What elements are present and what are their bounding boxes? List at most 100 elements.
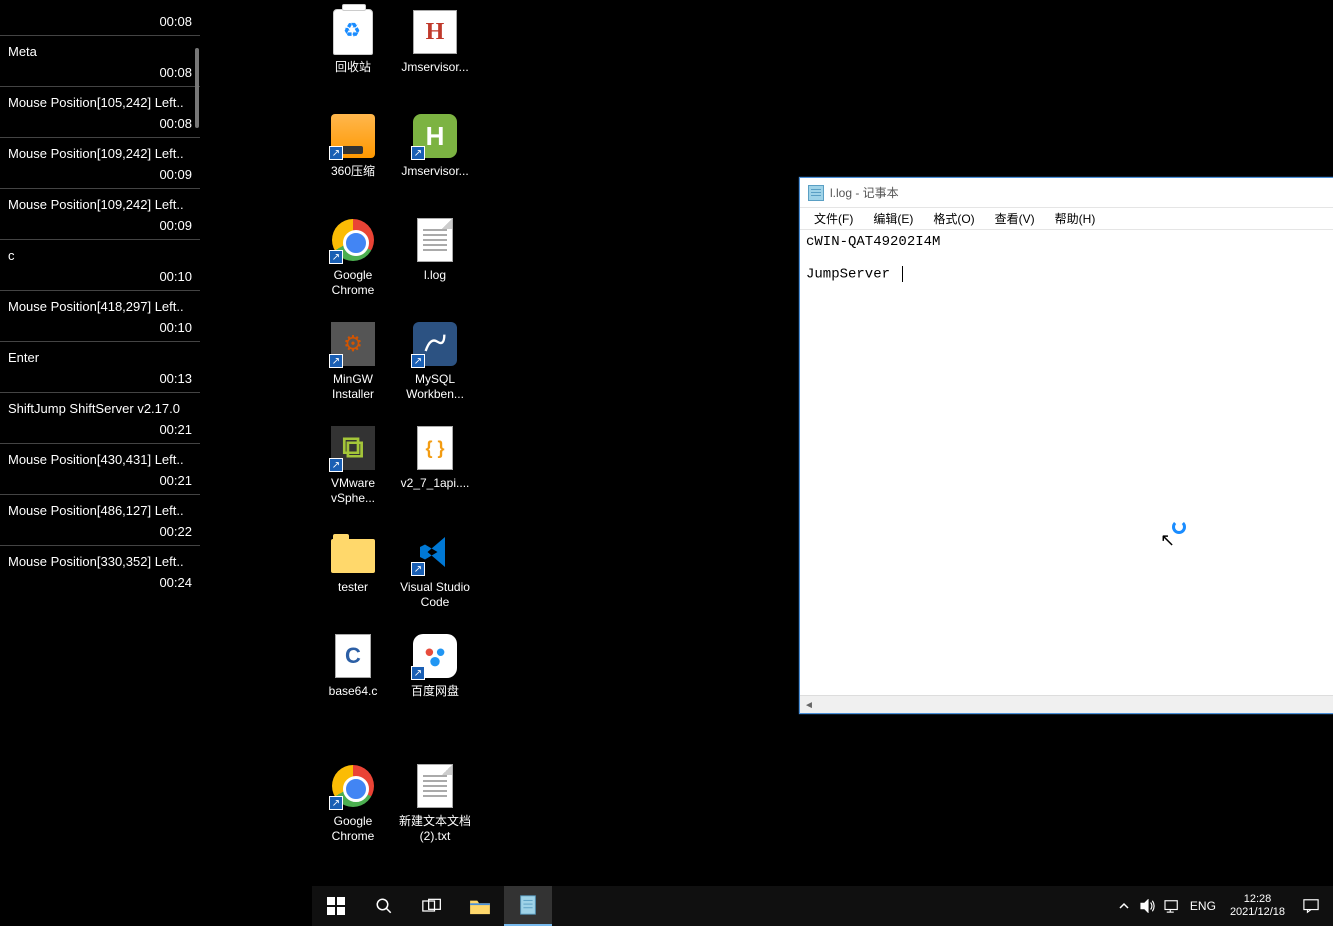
log-label: Mouse Position[430,431] Left.. <box>8 452 192 467</box>
hscroll-left-button[interactable]: ◄ <box>800 696 818 714</box>
desktop-icon-vmware[interactable]: ⧉↗ VMware vSphe... <box>312 420 394 524</box>
desktop-icon-v27api[interactable]: { }v2_7_1api.... <box>394 420 476 524</box>
shortcut-arrow-icon: ↗ <box>329 458 343 472</box>
chrome-icon: ↗ <box>329 762 377 810</box>
desktop-icon-base64c[interactable]: Cbase64.c <box>312 628 394 732</box>
log-entry[interactable]: 00:08 <box>0 0 200 35</box>
log-label: Mouse Position[109,242] Left.. <box>8 197 192 212</box>
file-explorer-taskbar[interactable] <box>456 886 504 926</box>
log-entry[interactable]: Mouse Position[105,242] Left..00:08 <box>0 86 200 137</box>
tray-network-icon[interactable] <box>1160 886 1184 926</box>
log-entry[interactable]: Mouse Position[330,352] Left..00:24 <box>0 545 200 596</box>
shortcut-arrow-icon: ↗ <box>411 666 425 680</box>
notepad-window[interactable]: l.log - 记事本 — 文件(F) 编辑(E) 格式(O) 查看(V) 帮助… <box>799 177 1333 714</box>
icon-label: 回收站 <box>314 60 392 75</box>
task-view-button[interactable] <box>408 886 456 926</box>
desktop-icon-mingw[interactable]: ↗MinGW Installer <box>312 316 394 420</box>
icon-label: l.log <box>396 268 474 283</box>
log-entry[interactable]: Mouse Position[486,127] Left..00:22 <box>0 494 200 545</box>
tray-chevron-icon[interactable] <box>1112 886 1136 926</box>
log-time: 00:08 <box>8 110 192 131</box>
desktop-icon-vscode[interactable]: ↗Visual Studio Code <box>394 524 476 628</box>
notepad-menubar: 文件(F) 编辑(E) 格式(O) 查看(V) 帮助(H) <box>800 208 1333 230</box>
vscode-icon: ↗ <box>411 528 459 576</box>
icon-label: 360压缩 <box>314 164 392 179</box>
log-label: Mouse Position[330,352] Left.. <box>8 554 192 569</box>
icon-label: Google Chrome <box>314 268 392 298</box>
desktop-icon-newtxt[interactable]: 新建文本文档 (2).txt <box>394 758 476 862</box>
desktop-icon-chrome[interactable]: ↗ Google Chrome <box>312 212 394 316</box>
log-label: Mouse Position[109,242] Left.. <box>8 146 192 161</box>
desktop-icon-mysql-wb[interactable]: ↗ MySQL Workben... <box>394 316 476 420</box>
desktop-icon-baidu[interactable]: ↗百度网盘 <box>394 628 476 732</box>
log-time: 00:21 <box>8 416 192 437</box>
menu-file[interactable]: 文件(F) <box>804 208 863 229</box>
icon-label: Google Chrome <box>314 814 392 844</box>
menu-format[interactable]: 格式(O) <box>923 208 984 229</box>
log-label: Mouse Position[418,297] Left.. <box>8 299 192 314</box>
notepad-hscrollbar[interactable]: ◄ <box>800 695 1333 713</box>
log-entry[interactable]: c00:10 <box>0 239 200 290</box>
log-entry[interactable]: Mouse Position[418,297] Left..00:10 <box>0 290 200 341</box>
tray-notifications-icon[interactable] <box>1293 886 1329 926</box>
c-icon: C <box>329 632 377 680</box>
shortcut-arrow-icon: ↗ <box>411 146 425 160</box>
log-entry[interactable]: Mouse Position[109,242] Left..00:09 <box>0 137 200 188</box>
folder-icon <box>329 528 377 576</box>
menu-help[interactable]: 帮助(H) <box>1045 208 1106 229</box>
txt-icon <box>411 762 459 810</box>
desktop[interactable]: 回收站HJmservisor...↗360压缩H↗Jmservisor...↗G… <box>312 0 1333 870</box>
desktop-icon-jmservisor1[interactable]: H Jmservisor... <box>394 4 476 108</box>
icon-label: tester <box>314 580 392 595</box>
log-time: 00:10 <box>8 314 192 335</box>
notepad-icon <box>808 185 824 201</box>
log-time: 00:09 <box>8 212 192 233</box>
icon-label: base64.c <box>314 684 392 699</box>
log-entry[interactable]: Mouse Position[109,242] Left..00:09 <box>0 188 200 239</box>
desktop-icon-chrome2[interactable]: ↗ Google Chrome <box>312 758 394 862</box>
log-time: 00:21 <box>8 467 192 488</box>
icon-label: Jmservisor... <box>396 60 474 75</box>
log-time: 00:09 <box>8 161 192 182</box>
log-label: Enter <box>8 350 192 365</box>
desktop-icon-360zip[interactable]: ↗360压缩 <box>312 108 394 212</box>
log-time: 00:08 <box>8 59 192 80</box>
notepad-titlebar[interactable]: l.log - 记事本 — <box>800 178 1333 208</box>
icon-label: Jmservisor... <box>396 164 474 179</box>
log-scrollbar-thumb[interactable] <box>195 48 199 128</box>
search-button[interactable] <box>360 886 408 926</box>
desktop-icon-llog[interactable]: l.log <box>394 212 476 316</box>
notepad-editor[interactable]: cWIN-QAT49202I4M JumpServer <box>800 230 1333 693</box>
tray-volume-icon[interactable] <box>1136 886 1160 926</box>
menu-edit[interactable]: 编辑(E) <box>863 208 923 229</box>
desktop-icon-tester-folder[interactable]: tester <box>312 524 394 628</box>
log-time: 00:24 <box>8 569 192 590</box>
notepad-taskbar[interactable] <box>504 886 552 926</box>
menu-view[interactable]: 查看(V) <box>985 208 1045 229</box>
event-log-panel: 00:08Meta00:08Mouse Position[105,242] Le… <box>0 0 200 926</box>
log-entry[interactable]: ShiftJump ShiftServer v2.17.000:21 <box>0 392 200 443</box>
start-button[interactable] <box>312 886 360 926</box>
mysql-icon: ↗ <box>411 320 459 368</box>
log-entry[interactable]: Enter00:13 <box>0 341 200 392</box>
log-time: 00:08 <box>8 8 192 29</box>
desktop-icon-jmservisor2[interactable]: H↗Jmservisor... <box>394 108 476 212</box>
vmware-icon: ⧉↗ <box>329 424 377 472</box>
shortcut-arrow-icon: ↗ <box>329 250 343 264</box>
baidu-icon: ↗ <box>411 632 459 680</box>
icon-label: VMware vSphe... <box>314 476 392 506</box>
shortcut-arrow-icon: ↗ <box>411 354 425 368</box>
icon-label: MySQL Workben... <box>396 372 474 402</box>
json-icon: { } <box>411 424 459 472</box>
H-icon: H <box>411 8 459 56</box>
log-label: c <box>8 248 192 263</box>
icon-label: MinGW Installer <box>314 372 392 402</box>
log-entry[interactable]: Mouse Position[430,431] Left..00:21 <box>0 443 200 494</box>
tray-date: 2021/12/18 <box>1230 906 1285 919</box>
log-entry[interactable]: Meta00:08 <box>0 35 200 86</box>
log-time: 00:10 <box>8 263 192 284</box>
tray-language[interactable]: ENG <box>1184 899 1222 913</box>
recycle-icon <box>329 8 377 56</box>
desktop-icon-recycle-bin[interactable]: 回收站 <box>312 4 394 108</box>
tray-clock[interactable]: 12:28 2021/12/18 <box>1222 893 1293 919</box>
